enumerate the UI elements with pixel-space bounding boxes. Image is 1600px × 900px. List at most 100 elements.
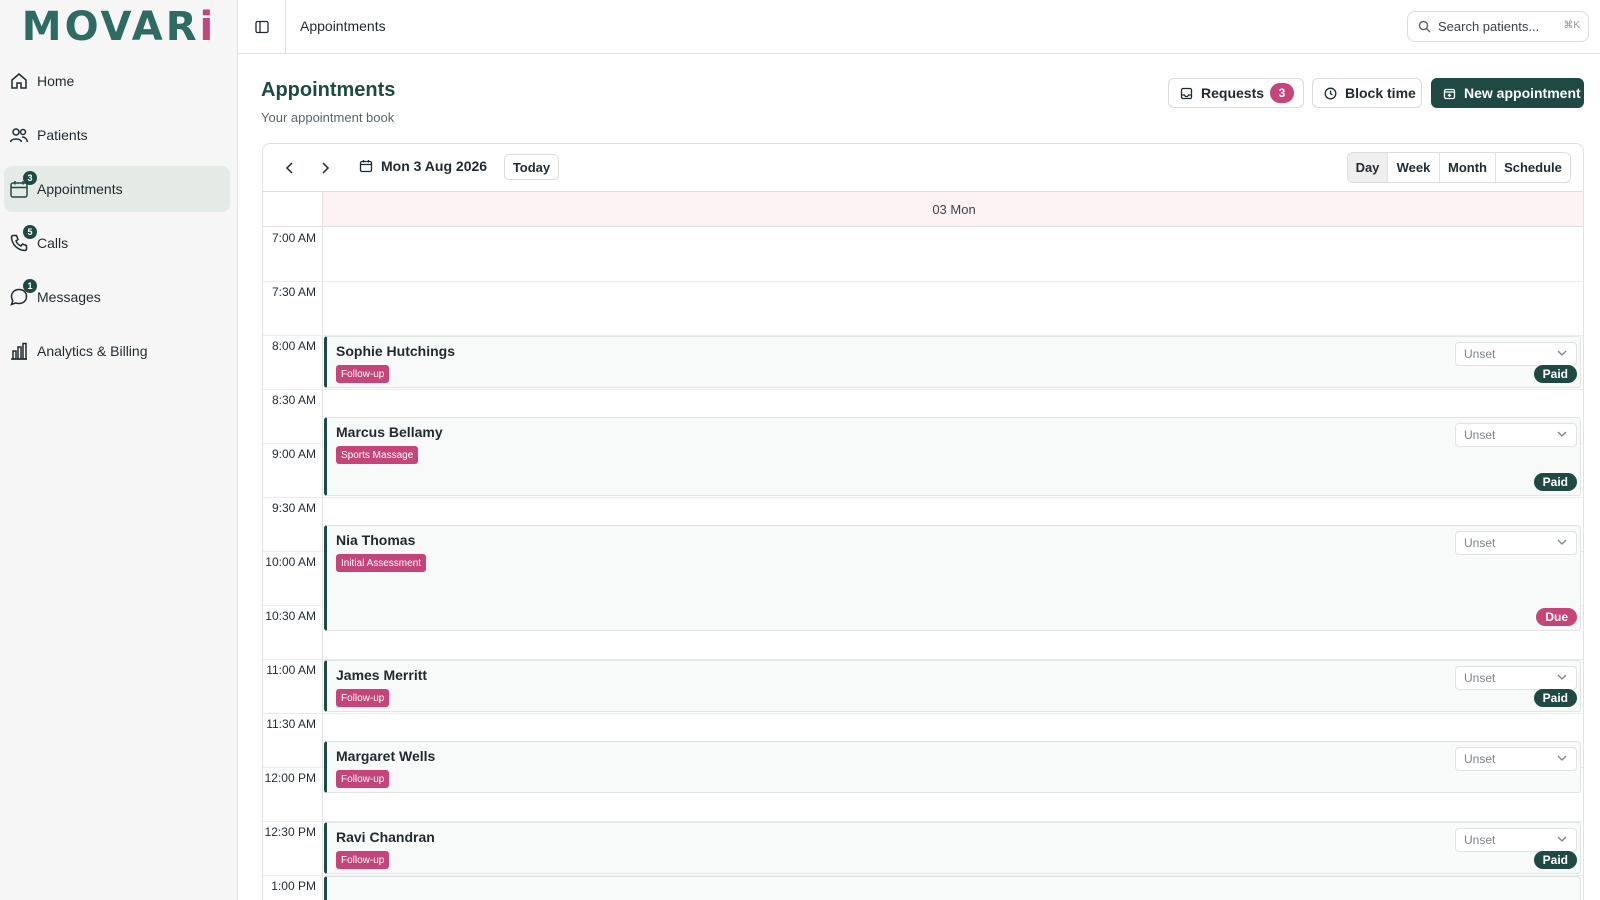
sidebar-item-label: Calls [37, 235, 69, 251]
payment-status-badge: Paid [1533, 689, 1577, 707]
breadcrumb: Appointments [300, 18, 386, 34]
time-slot-label: 11:30 AM [266, 717, 316, 731]
calendar-icon [359, 160, 373, 173]
today-button[interactable]: Today [504, 154, 559, 180]
time-slot-label: 12:00 PM [264, 771, 316, 785]
sidebar-item-messages[interactable]: 1 Messages [4, 274, 230, 320]
current-date-label: Mon 3 Aug 2026 [381, 158, 488, 174]
view-switcher: Day Week Month Schedule [1347, 152, 1571, 183]
time-slot-label: 9:30 AM [271, 501, 316, 515]
appointment-card[interactable] [324, 876, 1581, 900]
search-shortcut: ⌘K [1563, 20, 1580, 31]
requests-label: Requests [1201, 85, 1265, 101]
time-slot-label: 7:30 AM [271, 285, 316, 299]
inbox-icon [1180, 87, 1193, 100]
page-subtitle: Your appointment book [261, 110, 395, 125]
calendar-toolbar: Mon 3 Aug 2026 Today Day Week Month Sche… [263, 144, 1583, 191]
chevron-down-icon [1557, 836, 1567, 842]
calendar-card: Mon 3 Aug 2026 Today Day Week Month Sche… [262, 143, 1584, 900]
chevron-down-icon [1557, 674, 1567, 680]
status-select[interactable]: Unset [1455, 423, 1577, 447]
block-time-label: Block time [1345, 85, 1416, 101]
time-slot-label: 12:30 PM [264, 825, 316, 839]
view-day-button[interactable]: Day [1348, 153, 1388, 182]
time-slot-label: 7:00 AM [271, 231, 316, 245]
view-week-button[interactable]: Week [1388, 153, 1440, 182]
time-slot-label: 8:00 AM [271, 339, 316, 353]
time-slot-label: 10:30 AM [265, 609, 316, 623]
time-slot-label: 1:00 PM [271, 879, 316, 893]
time-grid: 7:00 AM 7:30 AM 8:00 AM 8:30 AM 9:00 AM 9:30 … [263, 227, 1583, 900]
appointment-card[interactable]: Margaret Wells Follow-up Unset [324, 741, 1581, 793]
logo[interactable]: MOVARi [0, 0, 238, 54]
chevron-down-icon [1557, 539, 1567, 545]
notification-badge: 1 [23, 279, 37, 293]
users-icon [9, 128, 29, 143]
sidebar-item-patients[interactable]: Patients [4, 112, 230, 158]
notification-badge: 3 [23, 171, 37, 185]
status-select-value: Unset [1464, 347, 1496, 361]
clock-icon [1324, 87, 1337, 100]
sidebar-item-home[interactable]: Home [4, 58, 230, 104]
payment-status-badge: Paid [1533, 851, 1577, 869]
patient-name: Marcus Bellamy [336, 424, 443, 440]
appointment-type-tag: Follow-up [336, 365, 390, 383]
time-slot-label: 8:30 AM [271, 393, 316, 407]
sidebar-item-analytics-billing[interactable]: Analytics & Billing [4, 328, 230, 374]
chevron-down-icon [1557, 350, 1567, 356]
chevron-down-icon [1557, 431, 1567, 437]
block-time-button[interactable]: Block time [1312, 78, 1422, 108]
sidebar-item-label: Messages [37, 289, 101, 305]
day-header-row: 03 Mon [263, 191, 1583, 227]
appointment-type-tag: Follow-up [336, 689, 390, 707]
appointment-card[interactable]: Ravi Chandran Follow-up Unset Paid [324, 822, 1581, 874]
sidebar-item-calls[interactable]: 5 Calls [4, 220, 230, 266]
sidebar-item-appointments[interactable]: 3 Appointments [4, 166, 230, 212]
view-month-button[interactable]: Month [1440, 153, 1496, 182]
status-select-value: Unset [1464, 833, 1496, 847]
status-select[interactable]: Unset [1455, 828, 1577, 852]
status-select[interactable]: Unset [1455, 666, 1577, 690]
sidebar-toggle-button[interactable] [238, 0, 286, 53]
previous-day-button[interactable] [279, 157, 301, 179]
appointment-type-tag: Initial Assessment [336, 554, 427, 572]
next-day-button[interactable] [314, 157, 336, 179]
logo-text: MOVARi [21, 4, 217, 50]
appointment-card[interactable]: James Merritt Follow-up Unset Paid [324, 660, 1581, 712]
appointment-card[interactable]: Marcus Bellamy Sports Massage Unset Paid [324, 417, 1581, 496]
bar-chart-icon [11, 342, 27, 360]
status-select[interactable]: Unset [1455, 531, 1577, 555]
patient-name: Sophie Hutchings [336, 343, 455, 359]
view-schedule-button[interactable]: Schedule [1496, 153, 1570, 182]
search-placeholder: Search patients... [1438, 19, 1540, 34]
search-input[interactable]: Search patients... ⌘K [1407, 11, 1589, 42]
status-select[interactable]: Unset [1455, 747, 1577, 771]
payment-status-badge: Paid [1533, 365, 1577, 383]
slot-divider [263, 389, 1583, 390]
new-appointment-button[interactable]: New appointment [1431, 78, 1584, 108]
appointment-card[interactable]: Nia Thomas Initial Assessment Unset Due [324, 525, 1581, 631]
status-select-value: Unset [1464, 536, 1496, 550]
appointment-card[interactable]: Sophie Hutchings Follow-up Unset Paid [324, 336, 1581, 388]
status-select-value: Unset [1464, 428, 1496, 442]
slot-divider [263, 497, 1583, 498]
sidebar-item-label: Analytics & Billing [37, 343, 148, 359]
appointment-type-tag: Follow-up [336, 770, 390, 788]
status-select-value: Unset [1464, 671, 1496, 685]
requests-button[interactable]: Requests 3 [1168, 78, 1304, 108]
status-select[interactable]: Unset [1455, 342, 1577, 366]
panel-left-icon [254, 20, 269, 33]
sidebar-item-label: Patients [37, 127, 88, 143]
time-slot-label: 9:00 AM [271, 447, 316, 461]
appointment-type-tag: Sports Massage [336, 446, 419, 464]
chevron-down-icon [1557, 755, 1567, 761]
payment-status-badge: Paid [1533, 473, 1577, 491]
new-appointment-label: New appointment [1464, 85, 1581, 101]
page-title: Appointments [261, 79, 396, 101]
day-column-header: 03 Mon [323, 192, 1583, 226]
date-picker[interactable]: Mon 3 Aug 2026 [359, 158, 487, 174]
sidebar-item-label: Appointments [37, 181, 123, 197]
time-slot-label: 10:00 AM [265, 555, 316, 569]
patient-name: Margaret Wells [336, 748, 436, 764]
chevron-left-icon [285, 162, 293, 174]
